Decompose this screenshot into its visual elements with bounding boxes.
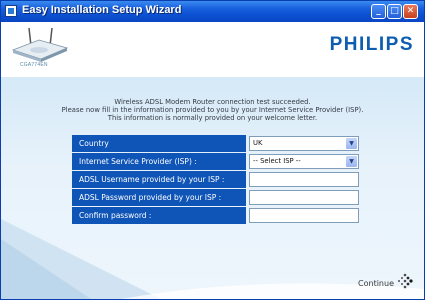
isp-value: -- Select ISP -- <box>253 157 301 165</box>
router-image <box>11 27 69 62</box>
isp-label: Internet Service Provider (ISP) : <box>72 153 246 170</box>
title-bar[interactable]: Easy Installation Setup Wizard _ □ ✕ <box>1 1 424 22</box>
message-line-2: Please now fill in the information provi… <box>61 106 364 114</box>
maximize-icon: □ <box>390 6 399 16</box>
country-value: UK <box>253 139 263 147</box>
chevron-down-icon[interactable]: ▼ <box>346 138 357 149</box>
header: CGA774EN PHILIPS <box>1 22 424 77</box>
router-model-label: CGA774EN <box>20 62 48 68</box>
message-line-1: Wireless ADSL Modem Router connection te… <box>114 98 311 106</box>
minimize-button[interactable]: _ <box>371 4 386 19</box>
password-input[interactable] <box>249 190 359 205</box>
chevron-down-icon[interactable]: ▼ <box>346 156 357 167</box>
message-line-3: This information is normally provided on… <box>107 114 318 122</box>
continue-arrow-icon[interactable] <box>395 271 415 291</box>
status-message: Wireless ADSL Modem Router connection te… <box>11 98 414 122</box>
country-row: Country UK ▼ <box>72 135 364 152</box>
username-input[interactable] <box>249 172 359 187</box>
brand-logo: PHILIPS <box>329 34 414 55</box>
username-label: ADSL Username provided by your ISP : <box>72 171 246 188</box>
country-label: Country <box>72 135 246 152</box>
password-label: ADSL Password provided by your ISP : <box>72 189 246 206</box>
main-content: Wireless ADSL Modem Router connection te… <box>1 77 424 299</box>
isp-row: Internet Service Provider (ISP) : -- Sel… <box>72 153 364 170</box>
close-icon: ✕ <box>406 6 415 16</box>
password-row: ADSL Password provided by your ISP : <box>72 189 364 206</box>
window-title: Easy Installation Setup Wizard <box>22 4 182 16</box>
close-button[interactable]: ✕ <box>403 4 418 19</box>
app-icon <box>5 5 17 17</box>
isp-select[interactable]: -- Select ISP -- ▼ <box>249 154 359 169</box>
maximize-button[interactable]: □ <box>387 4 402 19</box>
continue-button[interactable]: Continue <box>358 279 394 288</box>
username-row: ADSL Username provided by your ISP : <box>72 171 364 188</box>
country-select[interactable]: UK ▼ <box>249 136 359 151</box>
wizard-window: Easy Installation Setup Wizard _ □ ✕ CGA… <box>0 0 425 300</box>
minimize-icon: _ <box>376 6 381 16</box>
